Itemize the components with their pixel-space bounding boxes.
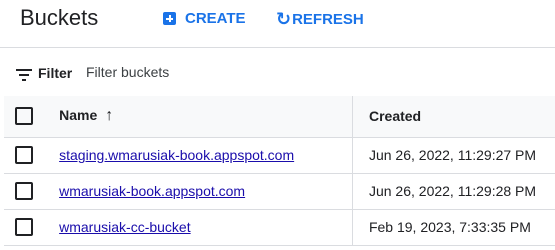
created-date: Jun 26, 2022, 11:29:27 PM [368,147,537,163]
bucket-name-cell: staging.wmarusiak-book.appspot.com [37,137,353,174]
arrow-up-icon[interactable]: ↑ [105,107,113,124]
create-button[interactable]: CREATE [163,10,246,27]
select-all-cell [4,96,38,138]
filter-label[interactable]: Filter [38,65,72,81]
row-checkbox[interactable] [15,182,33,200]
created-date: Feb 19, 2023, 7:33:35 PM [368,219,531,235]
row-check-cell [4,137,38,174]
select-all-checkbox[interactable] [15,107,33,126]
buckets-table: Name ↑ Created staging.wmarusiak-book.app… [4,96,555,246]
bucket-name-cell: wmarusiak-cc-bucket [37,209,353,246]
created-cell: Feb 19, 2023, 7:33:35 PM [351,209,555,246]
name-column-label: Name [59,107,98,124]
created-column-header[interactable]: Created [351,96,555,138]
filter-lines-icon[interactable] [16,69,32,81]
created-column-label: Created [368,108,422,125]
table-row: staging.wmarusiak-book.appspot.com Jun 2… [4,137,555,174]
bucket-name-cell: wmarusiak-book.appspot.com [37,173,353,210]
created-cell: Jun 26, 2022, 11:29:27 PM [351,137,555,174]
refresh-button-label: REFRESH [292,10,364,28]
refresh-button[interactable]: ↻ REFRESH [276,10,364,28]
page-header: Buckets CREATE ↻ REFRESH [0,0,555,46]
bucket-name-link[interactable]: wmarusiak-cc-bucket [59,219,190,235]
row-checkbox[interactable] [15,218,33,236]
bucket-name-link[interactable]: staging.wmarusiak-book.appspot.com [59,147,294,163]
created-date: Jun 26, 2022, 11:29:28 PM [368,183,537,199]
table-row: wmarusiak-book.appspot.com Jun 26, 2022,… [4,173,555,210]
add-box-icon [163,12,176,25]
row-check-cell [4,173,38,210]
bucket-name-link[interactable]: wmarusiak-book.appspot.com [59,183,245,199]
refresh-icon: ↻ [276,9,292,29]
create-button-label: CREATE [185,10,246,27]
row-check-cell [4,209,38,246]
row-checkbox[interactable] [15,146,33,164]
filter-bar: Filter [0,48,555,96]
name-column-header[interactable]: Name ↑ [37,96,353,138]
table-header-row: Name ↑ Created [4,96,555,138]
created-cell: Jun 26, 2022, 11:29:28 PM [351,173,555,210]
filter-input[interactable] [86,64,386,80]
table-row: wmarusiak-cc-bucket Feb 19, 2023, 7:33:3… [4,209,555,246]
page-title: Buckets [20,5,99,30]
